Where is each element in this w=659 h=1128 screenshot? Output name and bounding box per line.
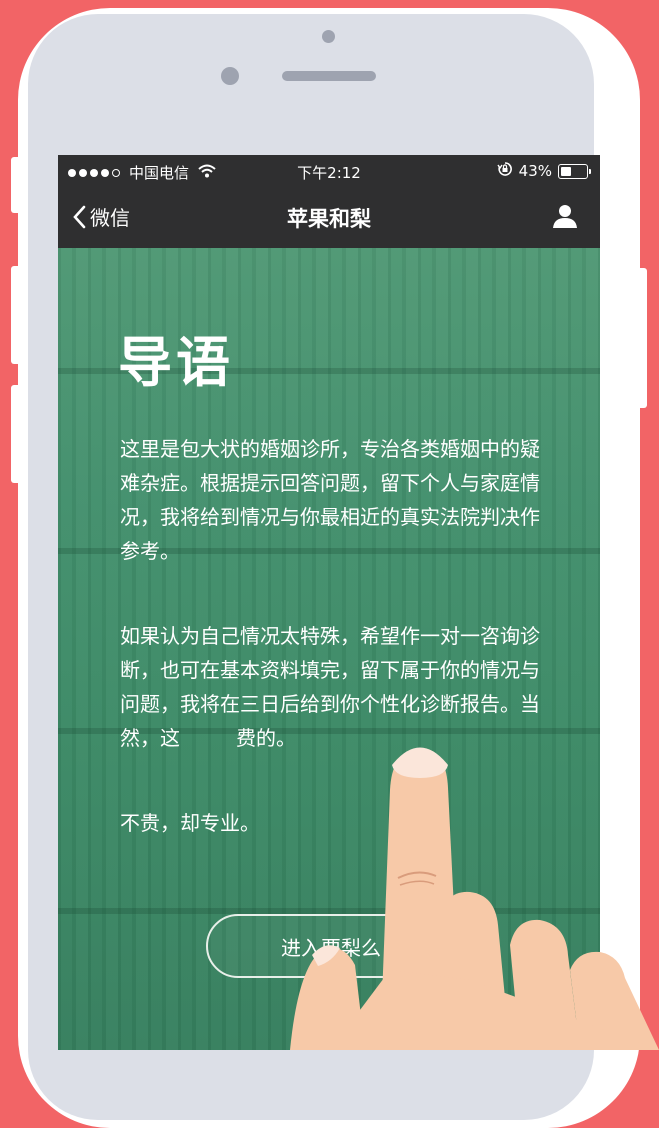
- power-button: [637, 268, 647, 408]
- intro-paragraph-1: 这里是包大状的婚姻诊所，专治各类婚姻中的疑难杂症。根据提示回答问题，留下个人与家…: [120, 437, 540, 563]
- volume-down-button: [11, 385, 21, 483]
- intro-heading: 导语: [118, 331, 234, 394]
- battery-level: [561, 166, 571, 176]
- mute-switch: [11, 157, 21, 213]
- status-bar: 中国电信 下午2:12 43%: [58, 155, 600, 187]
- earpiece-speaker: [282, 71, 376, 81]
- status-right: 43%: [497, 161, 591, 181]
- nav-bar: 微信 苹果和梨: [58, 187, 600, 248]
- proximity-sensor: [221, 67, 239, 85]
- battery-icon: [558, 163, 591, 179]
- pointing-hand-illustration: [290, 747, 659, 1050]
- battery-cap: [589, 168, 591, 174]
- page-title: 苹果和梨: [287, 207, 371, 231]
- orientation-lock-icon: [497, 161, 513, 181]
- front-camera: [322, 30, 335, 43]
- volume-up-button: [11, 266, 21, 364]
- battery-percent: 43%: [518, 162, 552, 180]
- user-icon[interactable]: [552, 203, 578, 233]
